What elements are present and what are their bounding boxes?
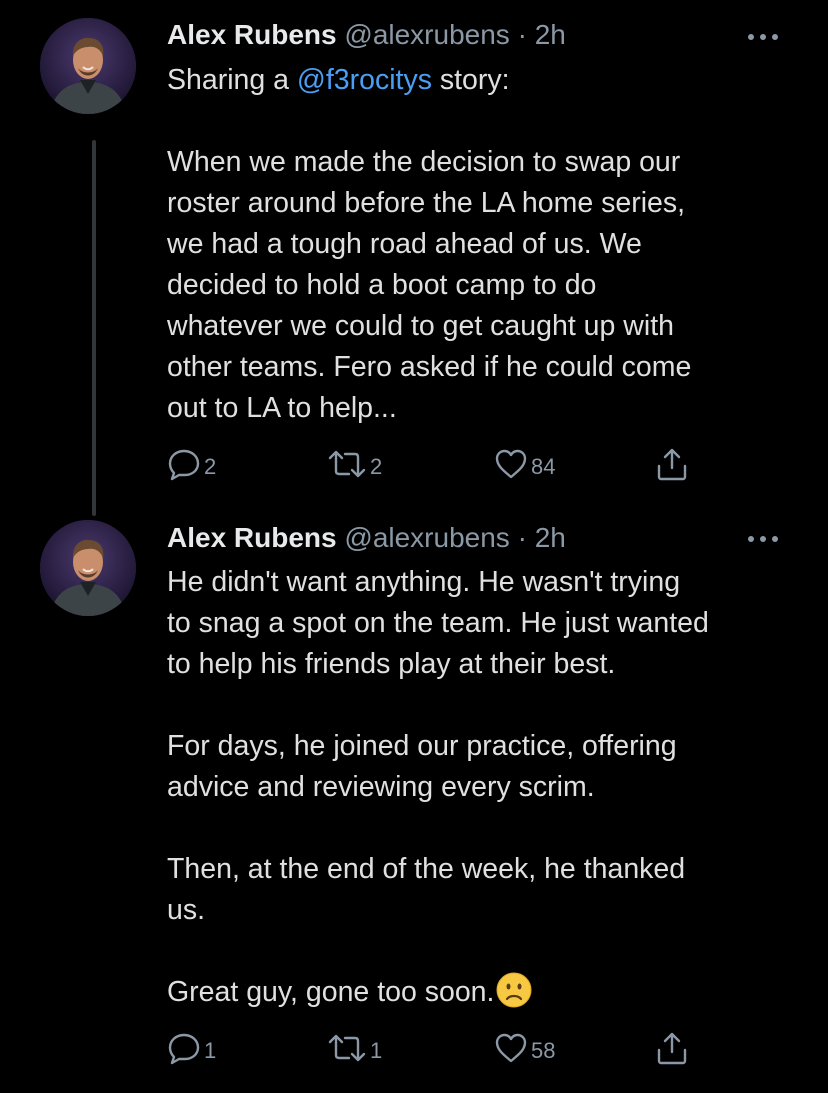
text-line: roster around before the LA home series, — [167, 187, 686, 219]
text-line: other teams. Fero asked if he could come — [167, 351, 692, 383]
share-icon — [657, 448, 687, 481]
text-segment: Sharing a — [167, 64, 297, 96]
tweet[interactable]: Alex Rubens @alexrubens · 2h Sharing a @… — [0, 0, 828, 516]
timestamp[interactable]: 2h — [535, 19, 566, 50]
mention-link[interactable]: @f3rocitys — [297, 64, 432, 96]
text-line: decided to hold a boot camp to do — [167, 269, 597, 301]
more-icon[interactable] — [746, 32, 780, 42]
retweet-button[interactable]: 2 — [327, 444, 382, 484]
reply-count: 2 — [204, 454, 217, 479]
tweet-actions: 2 2 84 — [167, 444, 727, 484]
text-line: out to LA to help... — [167, 392, 397, 424]
text-line: For days, he joined our practice, offeri… — [167, 730, 677, 762]
reply-icon — [168, 1033, 200, 1065]
share-button[interactable] — [655, 1028, 689, 1068]
author-name[interactable]: Alex Rubens — [167, 522, 337, 553]
retweet-icon — [328, 450, 366, 478]
frowning-face-emoji-icon — [496, 972, 532, 1008]
reply-icon — [168, 449, 200, 481]
tweet-header: Alex Rubens @alexrubens · 2h — [167, 17, 566, 53]
text-line: He didn't want anything. He wasn't tryin… — [167, 566, 681, 598]
text-line: to help his friends play at their best. — [167, 648, 616, 680]
text-segment: Great guy, gone too soon. — [167, 976, 495, 1008]
avatar[interactable] — [40, 18, 136, 114]
text-segment: story: — [431, 64, 510, 96]
text-line: we had a tough road ahead of us. We — [167, 228, 642, 260]
share-button[interactable] — [655, 444, 689, 484]
tweet-actions: 1 1 58 — [167, 1028, 727, 1068]
author-name[interactable]: Alex Rubens — [167, 19, 337, 50]
text-line: Great guy, gone too soon. — [167, 972, 799, 1013]
retweet-button[interactable]: 1 — [327, 1028, 382, 1068]
like-count: 58 — [531, 1038, 556, 1063]
retweet-icon — [328, 1034, 366, 1062]
reply-button[interactable]: 1 — [167, 1028, 216, 1068]
tweet-header: Alex Rubens @alexrubens · 2h — [167, 520, 566, 556]
text-line: Then, at the end of the week, he thanked — [167, 853, 686, 885]
text-line: When we made the decision to swap our — [167, 146, 681, 178]
thread-connector-line — [92, 140, 96, 516]
text-line: whatever we could to get caught up with — [167, 310, 674, 342]
text-line: to snag a spot on the team. He just want… — [167, 607, 709, 639]
text-line: us. — [167, 894, 206, 926]
share-icon — [657, 1032, 687, 1065]
avatar[interactable] — [40, 520, 136, 616]
separator: · — [517, 19, 527, 50]
tweet-text: He didn't want anything. He wasn't tryin… — [167, 562, 799, 1013]
reply-button[interactable]: 2 — [167, 444, 216, 484]
like-icon — [495, 1033, 527, 1063]
text-line: Sharing a @f3rocitys story: — [167, 60, 799, 101]
author-handle[interactable]: @alexrubens — [344, 522, 509, 553]
more-icon[interactable] — [746, 534, 780, 544]
text-line: advice and reviewing every scrim. — [167, 771, 595, 803]
tweet[interactable]: Alex Rubens @alexrubens · 2h He didn't w… — [0, 500, 828, 1093]
like-button[interactable]: 84 — [494, 444, 555, 484]
tweet-text: Sharing a @f3rocitys story: When we made… — [167, 60, 799, 429]
like-count: 84 — [531, 454, 556, 479]
retweet-count: 1 — [370, 1038, 383, 1063]
author-handle[interactable]: @alexrubens — [344, 19, 509, 50]
timestamp[interactable]: 2h — [535, 522, 566, 553]
separator: · — [517, 522, 527, 553]
like-button[interactable]: 58 — [494, 1028, 555, 1068]
retweet-count: 2 — [370, 454, 383, 479]
like-icon — [495, 449, 527, 479]
reply-count: 1 — [204, 1038, 217, 1063]
